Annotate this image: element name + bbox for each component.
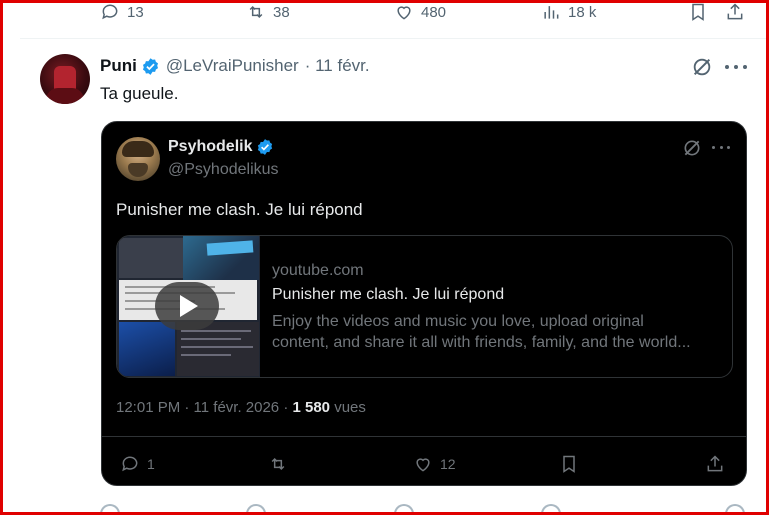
share-button[interactable] (725, 2, 745, 22)
avatar[interactable] (40, 54, 90, 104)
reply-icon (102, 4, 118, 20)
quote-text: Punisher me clash. Je lui répond (116, 200, 363, 219)
previous-tweet-actions: 13 38 480 18 k (0, 0, 769, 26)
share-icon[interactable] (725, 504, 745, 515)
reply-icon[interactable] (100, 504, 120, 515)
quote-like-button[interactable]: 12 (413, 454, 456, 474)
author-name[interactable]: Puni (100, 56, 137, 76)
bookmark-icon (563, 455, 575, 473)
tweet-divider (20, 38, 766, 39)
like-icon (397, 6, 411, 20)
quote-share-button[interactable] (705, 454, 725, 474)
bookmark-icon (692, 3, 704, 21)
repost-count: 38 (273, 3, 290, 21)
grok-icon[interactable] (682, 138, 702, 158)
repost-icon[interactable] (246, 504, 266, 515)
card-domain: youtube.com (272, 262, 364, 279)
quote-author-handle[interactable]: @Psyhodelikus (168, 161, 279, 179)
author-handle[interactable]: @LeVraiPunisher (166, 56, 299, 76)
views-button[interactable]: 18 k (541, 2, 596, 22)
like-icon[interactable] (394, 504, 414, 515)
card-description-line2: content, and share it all with friends, … (272, 334, 691, 351)
next-actions-partial (0, 504, 769, 515)
video-thumbnail[interactable] (117, 236, 260, 377)
tweet-text: Ta gueule. (100, 84, 179, 103)
quote-timestamp[interactable]: 12:01 PM · 11 févr. 2026 · (116, 399, 292, 416)
quote-repost-button[interactable] (268, 454, 288, 474)
share-icon (707, 455, 723, 472)
repost-icon (271, 457, 285, 471)
quoted-tweet[interactable]: Psyhodelik @Psyhodelikus Punisher me cla… (101, 121, 747, 486)
card-description: Enjoy the videos and music you love, upl… (272, 311, 720, 353)
like-button[interactable]: 480 (394, 2, 446, 22)
quote-avatar[interactable] (116, 137, 160, 181)
card-description-line1: Enjoy the videos and music you love, upl… (272, 313, 644, 330)
tweet-date[interactable]: · 11 févr. (305, 56, 370, 76)
repost-icon (249, 5, 263, 19)
repost-button[interactable]: 38 (246, 2, 290, 22)
like-icon (416, 458, 430, 472)
quote-author-name[interactable]: Psyhodelik (168, 138, 252, 156)
more-icon[interactable] (725, 58, 747, 76)
reply-button[interactable]: 13 (100, 2, 144, 22)
verified-badge-icon (258, 139, 273, 155)
like-count: 480 (421, 3, 447, 21)
verified-badge-icon (141, 57, 160, 76)
views-count: 18 k (568, 3, 597, 21)
grok-icon[interactable] (691, 56, 713, 78)
tweet-header: Puni @LeVraiPunisher · 11 févr. (100, 56, 370, 76)
quote-separator (102, 436, 746, 437)
card-title: Punisher me clash. Je lui répond (272, 286, 505, 303)
quote-views-label: vues (330, 399, 366, 416)
link-card[interactable]: youtube.com Punisher me clash. Je lui ré… (116, 235, 733, 378)
quote-bookmark-button[interactable] (559, 454, 579, 474)
quote-reply-count: 1 (147, 456, 155, 472)
quote-like-count: 12 (440, 456, 456, 472)
reply-icon (122, 456, 138, 472)
more-icon[interactable] (712, 140, 730, 154)
reply-count: 13 (127, 3, 144, 21)
quote-views-count: 1 580 (292, 399, 331, 416)
views-icon[interactable] (541, 504, 561, 515)
quote-reply-button[interactable]: 1 (120, 454, 155, 474)
play-icon[interactable] (155, 282, 219, 330)
quote-author: Psyhodelik (168, 138, 274, 156)
bookmark-button[interactable] (688, 2, 708, 22)
quote-meta: 12:01 PM · 11 févr. 2026 · 1 580 vues (116, 399, 366, 416)
views-icon (544, 6, 559, 19)
share-icon (727, 3, 743, 20)
